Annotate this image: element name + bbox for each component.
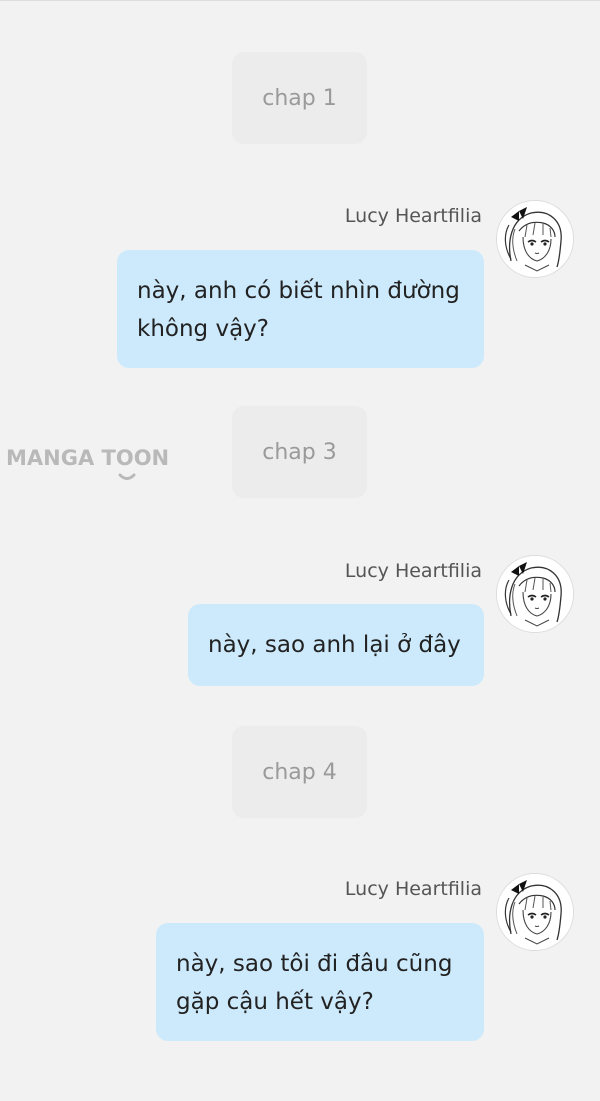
top-border	[0, 0, 600, 1]
chapter-divider-3: chap 3	[232, 406, 367, 498]
chapter-divider-label: chap 1	[262, 85, 337, 111]
chapter-divider-4: chap 4	[232, 726, 367, 818]
anime-girl-avatar-icon	[497, 201, 573, 277]
message-text: này, sao anh lại ở đây	[208, 632, 461, 658]
chapter-divider-1: chap 1	[232, 52, 367, 144]
avatar-icon[interactable]	[496, 555, 574, 633]
chapter-divider-label: chap 4	[262, 759, 337, 785]
watermark-logo: MANGA TOON	[6, 446, 176, 486]
sender-name: Lucy Heartfilia	[344, 205, 482, 227]
watermark-text: MANGA TOON	[6, 446, 170, 470]
message-bubble[interactable]: này, anh có biết nhìn đường không vậy?	[117, 250, 484, 368]
message-bubble[interactable]: này, sao anh lại ở đây	[188, 604, 484, 686]
message-bubble[interactable]: này, sao tôi đi đâu cũng gặp cậu hết vậy…	[156, 923, 484, 1041]
message-text: này, sao tôi đi đâu cũng gặp cậu hết vậy…	[176, 951, 453, 1015]
message-text: này, anh có biết nhìn đường không vậy?	[137, 278, 460, 342]
avatar-icon[interactable]	[496, 200, 574, 278]
anime-girl-avatar-icon	[497, 874, 573, 950]
anime-girl-avatar-icon	[497, 556, 573, 632]
smile-icon	[118, 473, 136, 480]
avatar-icon[interactable]	[496, 873, 574, 951]
sender-name: Lucy Heartfilia	[344, 878, 482, 900]
sender-name: Lucy Heartfilia	[344, 560, 482, 582]
chapter-divider-label: chap 3	[262, 439, 337, 465]
